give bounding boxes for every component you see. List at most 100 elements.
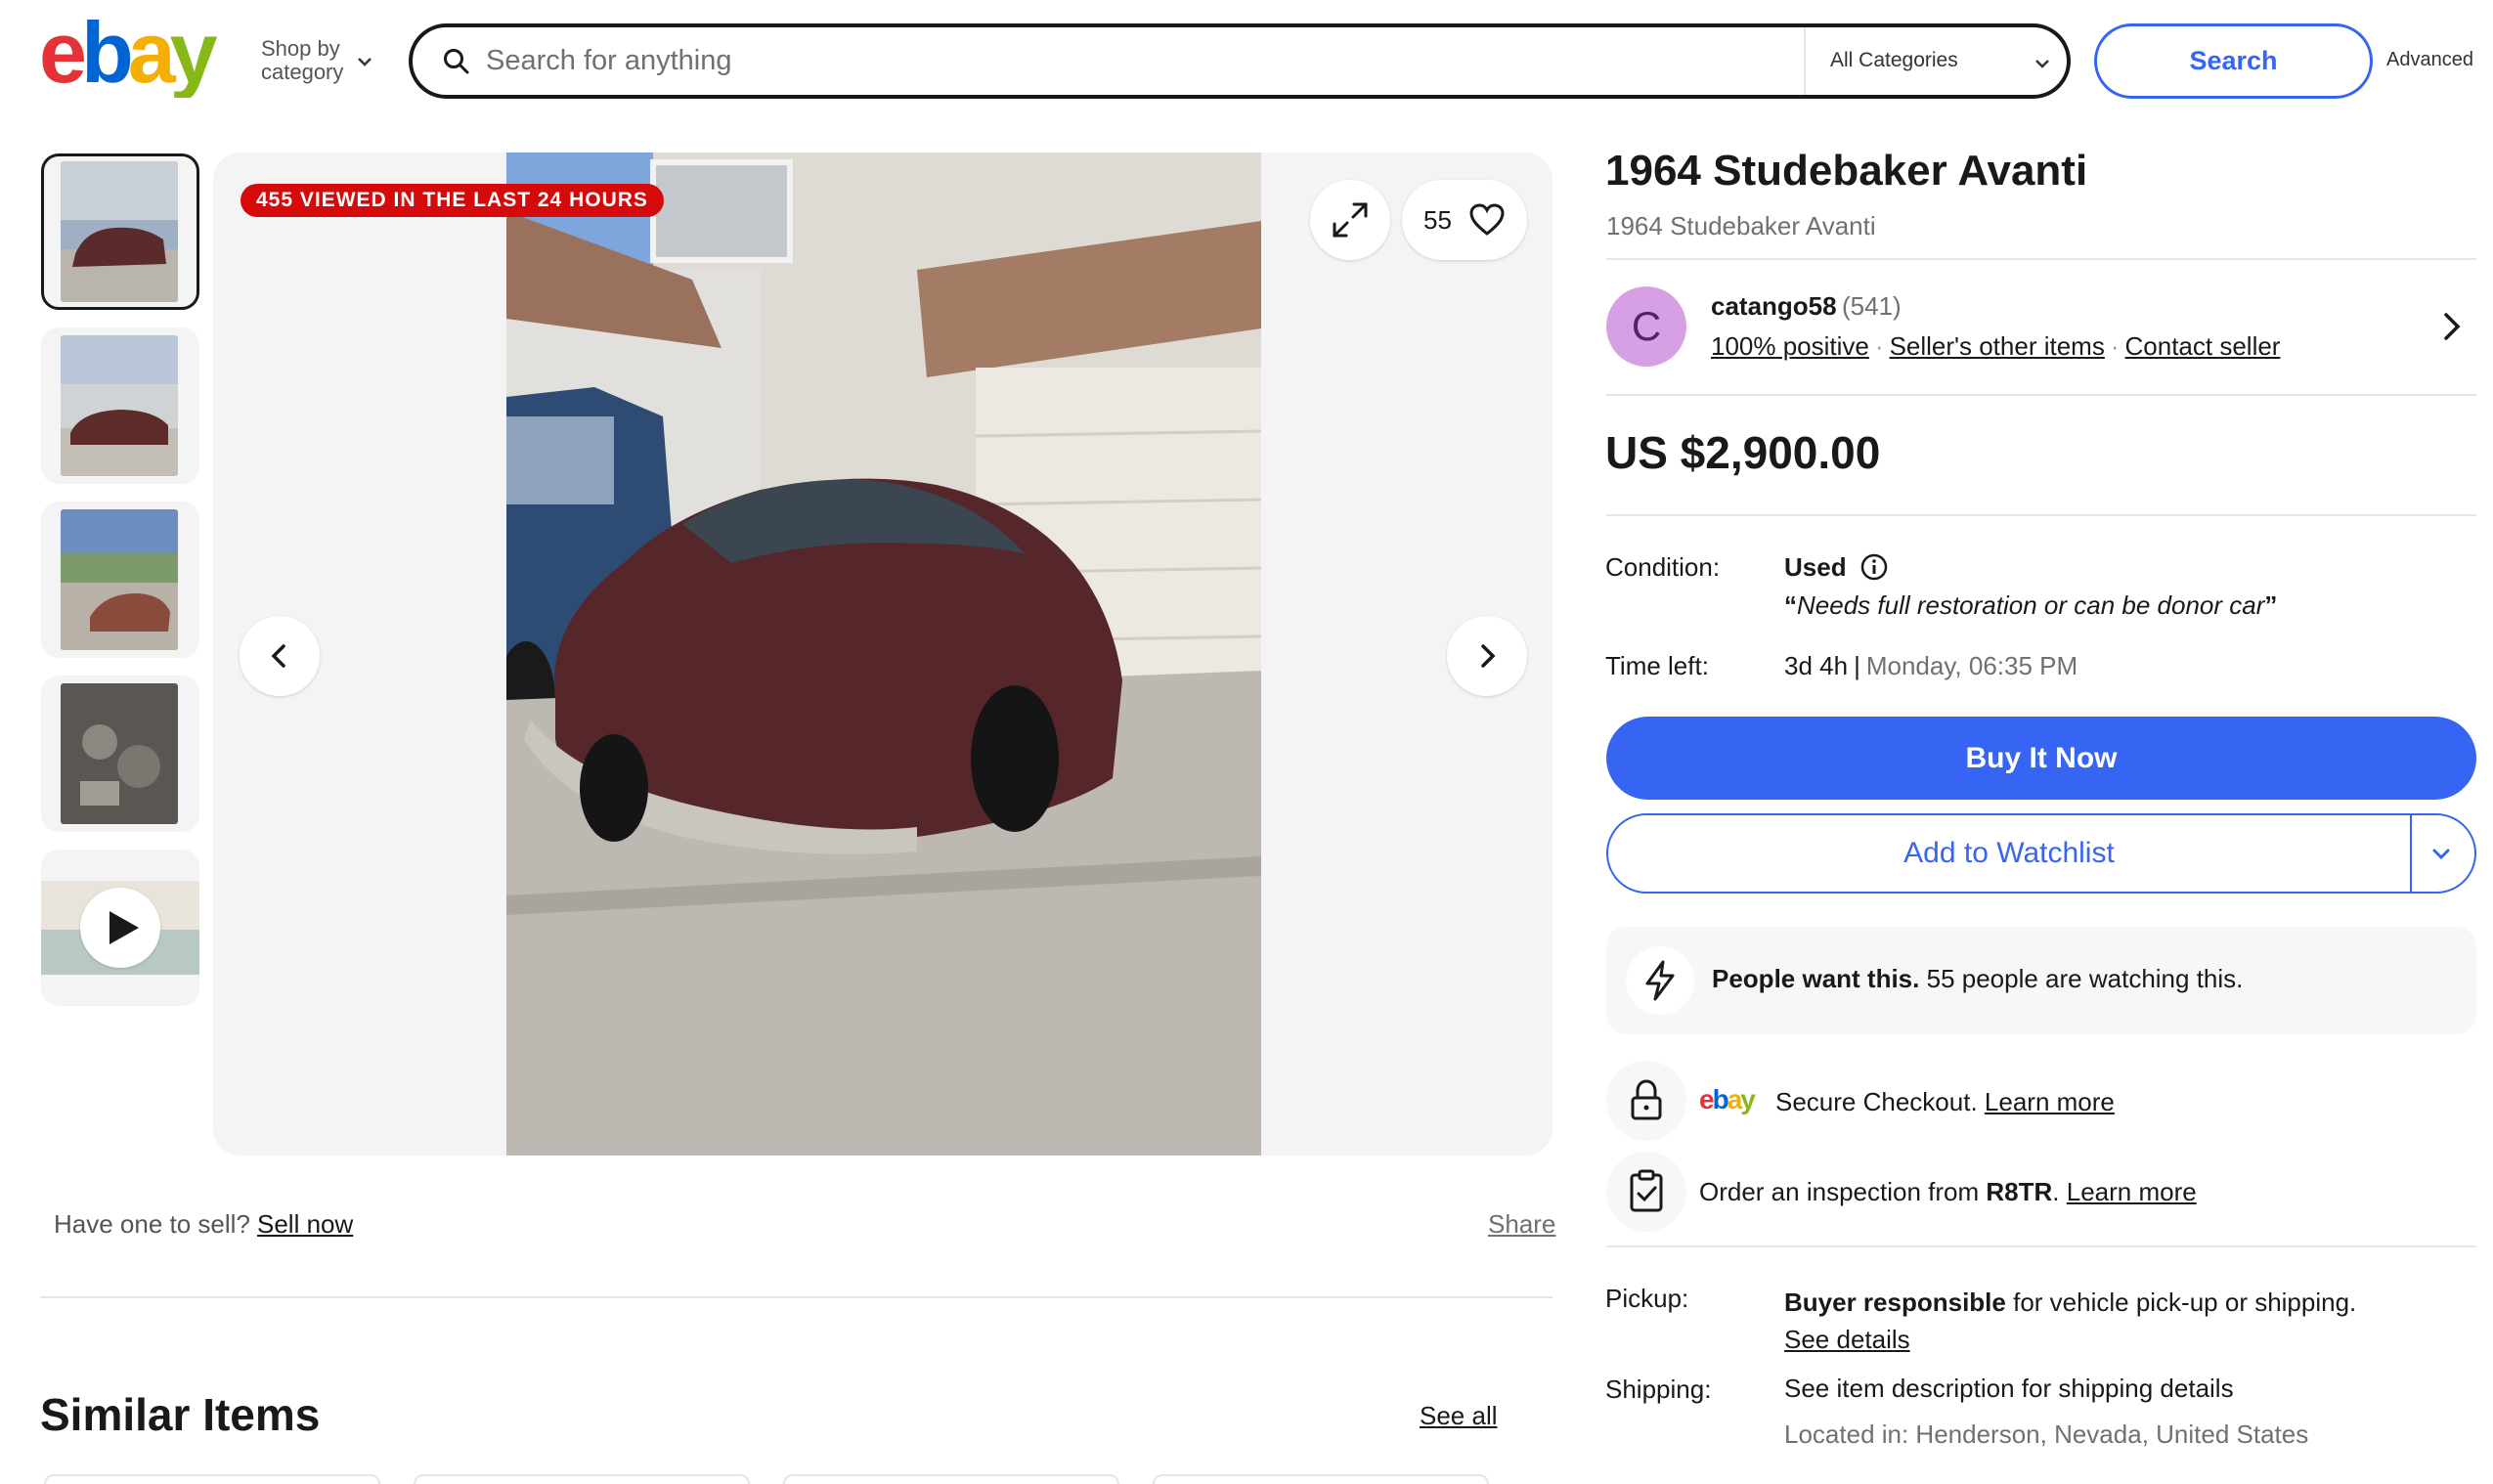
info-icon[interactable]: [1859, 552, 1889, 582]
car-photo-thumbnail: [61, 161, 178, 302]
divider: [1606, 1245, 2476, 1247]
video-thumbnail[interactable]: [41, 850, 199, 1006]
pickup-text: Buyer responsible for vehicle pick-up or…: [1784, 1284, 2356, 1321]
watchers-text: People want this. 55 people are watching…: [1712, 964, 2243, 994]
play-button[interactable]: [80, 888, 160, 968]
seller-feedback-count[interactable]: (541): [1842, 291, 1902, 322]
chevron-left-icon: [271, 644, 285, 668]
clipboard-check-icon: [1630, 1169, 1663, 1212]
site-header: ebay Shop by category All Categories Sea…: [0, 0, 2493, 122]
thumbnail-2[interactable]: [41, 327, 199, 484]
car-photo-thumbnail: [61, 335, 178, 476]
seller-links: 100% positive · Seller's other items · Conta…: [1711, 331, 2280, 362]
seller-other-items-link[interactable]: Seller's other items: [1890, 331, 2105, 361]
ebay-logo[interactable]: ebay: [39, 14, 240, 98]
open-quote: “: [1784, 590, 1797, 620]
see-all-link[interactable]: See all: [1420, 1401, 1498, 1431]
share-link[interactable]: Share: [1488, 1209, 1555, 1240]
main-image-viewer: 455 VIEWED IN THE LAST 24 HOURS 55: [213, 153, 1553, 1156]
seller-positive-link[interactable]: 100% positive: [1711, 331, 1869, 361]
shipping-info: See item description for shipping detail…: [1784, 1366, 2308, 1458]
watchers-count-text: 55 people are watching this.: [1926, 964, 2244, 993]
inspection-vendor: R8TR: [1986, 1177, 2053, 1206]
similar-item-card[interactable]: [44, 1474, 380, 1484]
heart-icon: [1469, 203, 1505, 236]
inspection-offer: Order an inspection from R8TR. Learn mor…: [1699, 1177, 2197, 1206]
listing-subtitle: 1964 Studebaker Avanti: [1606, 211, 1876, 240]
previous-image-button[interactable]: [240, 616, 320, 696]
shipping-label: Shipping:: [1605, 1375, 1712, 1404]
secure-checkout-text: Secure Checkout.: [1775, 1087, 1978, 1116]
divider: [1606, 514, 2476, 516]
item-location: Located in: Henderson, Nevada, United St…: [1784, 1419, 2309, 1449]
thumbnail-3[interactable]: [41, 502, 199, 658]
divider: [1804, 27, 1806, 95]
pickup-info: Buyer responsible for vehicle pick-up or…: [1784, 1284, 2356, 1358]
secure-learn-more-link[interactable]: Learn more: [1985, 1087, 2115, 1116]
buy-it-now-button[interactable]: Buy It Now: [1606, 717, 2476, 800]
expand-icon: [1333, 202, 1368, 238]
lightning-bolt-icon: [1645, 960, 1675, 1001]
thumbnail-1[interactable]: [41, 153, 199, 310]
search-icon: [444, 49, 469, 74]
sell-prompt: Have one to sell?: [54, 1209, 250, 1239]
divider: [40, 1296, 1553, 1298]
shop-by-category-button[interactable]: Shop by category: [261, 37, 343, 84]
play-icon: [109, 911, 139, 944]
search-button[interactable]: Search: [2094, 23, 2373, 99]
time-left: 3d 4h | Monday, 06:35 PM: [1784, 651, 2078, 681]
inspection-badge: [1606, 1152, 1686, 1232]
inspection-prefix: Order an inspection from: [1699, 1177, 1980, 1206]
chevron-down-icon: [2035, 60, 2049, 68]
watch-button[interactable]: 55: [1402, 180, 1527, 260]
similar-item-card[interactable]: [1153, 1474, 1489, 1484]
time-left-end: Monday, 06:35 PM: [1865, 651, 2078, 680]
ebay-mini-logo: ebay: [1699, 1085, 1758, 1114]
category-select[interactable]: All Categories: [1830, 49, 1958, 72]
chevron-down-icon[interactable]: [2427, 840, 2455, 867]
add-to-watchlist-label[interactable]: Add to Watchlist: [1608, 815, 2410, 892]
chevron-right-icon[interactable]: [2436, 309, 2466, 344]
listing-title: 1964 Studebaker Avanti: [1605, 147, 2088, 195]
add-to-watchlist-button: Add to Watchlist: [1606, 813, 2476, 894]
divider: [1606, 258, 2476, 260]
shop-by-label: Shop by: [261, 36, 340, 61]
similar-item-card[interactable]: [783, 1474, 1119, 1484]
lock-badge: [1606, 1061, 1686, 1141]
sell-now-link[interactable]: Sell now: [257, 1209, 353, 1240]
engine-photo-thumbnail: [61, 683, 178, 824]
see-details-link[interactable]: See details: [1784, 1321, 2356, 1358]
chevron-down-icon: [358, 58, 372, 66]
svg-text:ebay: ebay: [1699, 1085, 1756, 1114]
separator-dot: ·: [2110, 331, 2120, 361]
fullscreen-button[interactable]: [1310, 180, 1390, 260]
close-quote: ”: [2264, 590, 2278, 620]
condition-note: “Needs full restoration or can be donor …: [1784, 590, 2277, 621]
similar-item-card[interactable]: [414, 1474, 750, 1484]
car-photo-thumbnail: [61, 509, 178, 650]
next-image-button[interactable]: [1447, 616, 1527, 696]
inspection-learn-more-link[interactable]: Learn more: [2067, 1177, 2197, 1206]
seller-avatar[interactable]: C: [1606, 286, 1686, 367]
bolt-badge: [1626, 946, 1694, 1015]
seller-name[interactable]: catango58: [1711, 291, 1837, 322]
search-bar: All Categories: [409, 23, 2071, 99]
price: US $2,900.00: [1605, 427, 1881, 478]
contact-seller-link[interactable]: Contact seller: [2125, 331, 2281, 361]
car-main-photo[interactable]: [506, 153, 1261, 1156]
condition-label: Condition:: [1605, 552, 1721, 582]
advanced-search-link[interactable]: Advanced: [2386, 49, 2473, 71]
divider: [2410, 815, 2412, 892]
thumbnail-4[interactable]: [41, 676, 199, 832]
secure-checkout: Secure Checkout. Learn more: [1775, 1087, 2115, 1117]
watchers-notice: People want this. 55 people are watching…: [1606, 927, 2476, 1034]
time-left-value: 3d 4h: [1784, 651, 1849, 680]
pickup-bold: Buyer responsible: [1784, 1288, 2006, 1317]
watchers-headline: People want this.: [1712, 964, 1920, 993]
separator-dot: ·: [1874, 331, 1884, 361]
separator: |: [1854, 651, 1860, 680]
search-input[interactable]: [486, 27, 1757, 95]
similar-items-heading: Similar Items: [40, 1389, 321, 1440]
condition-value: Used: [1784, 552, 1847, 582]
time-left-label: Time left:: [1605, 651, 1709, 680]
